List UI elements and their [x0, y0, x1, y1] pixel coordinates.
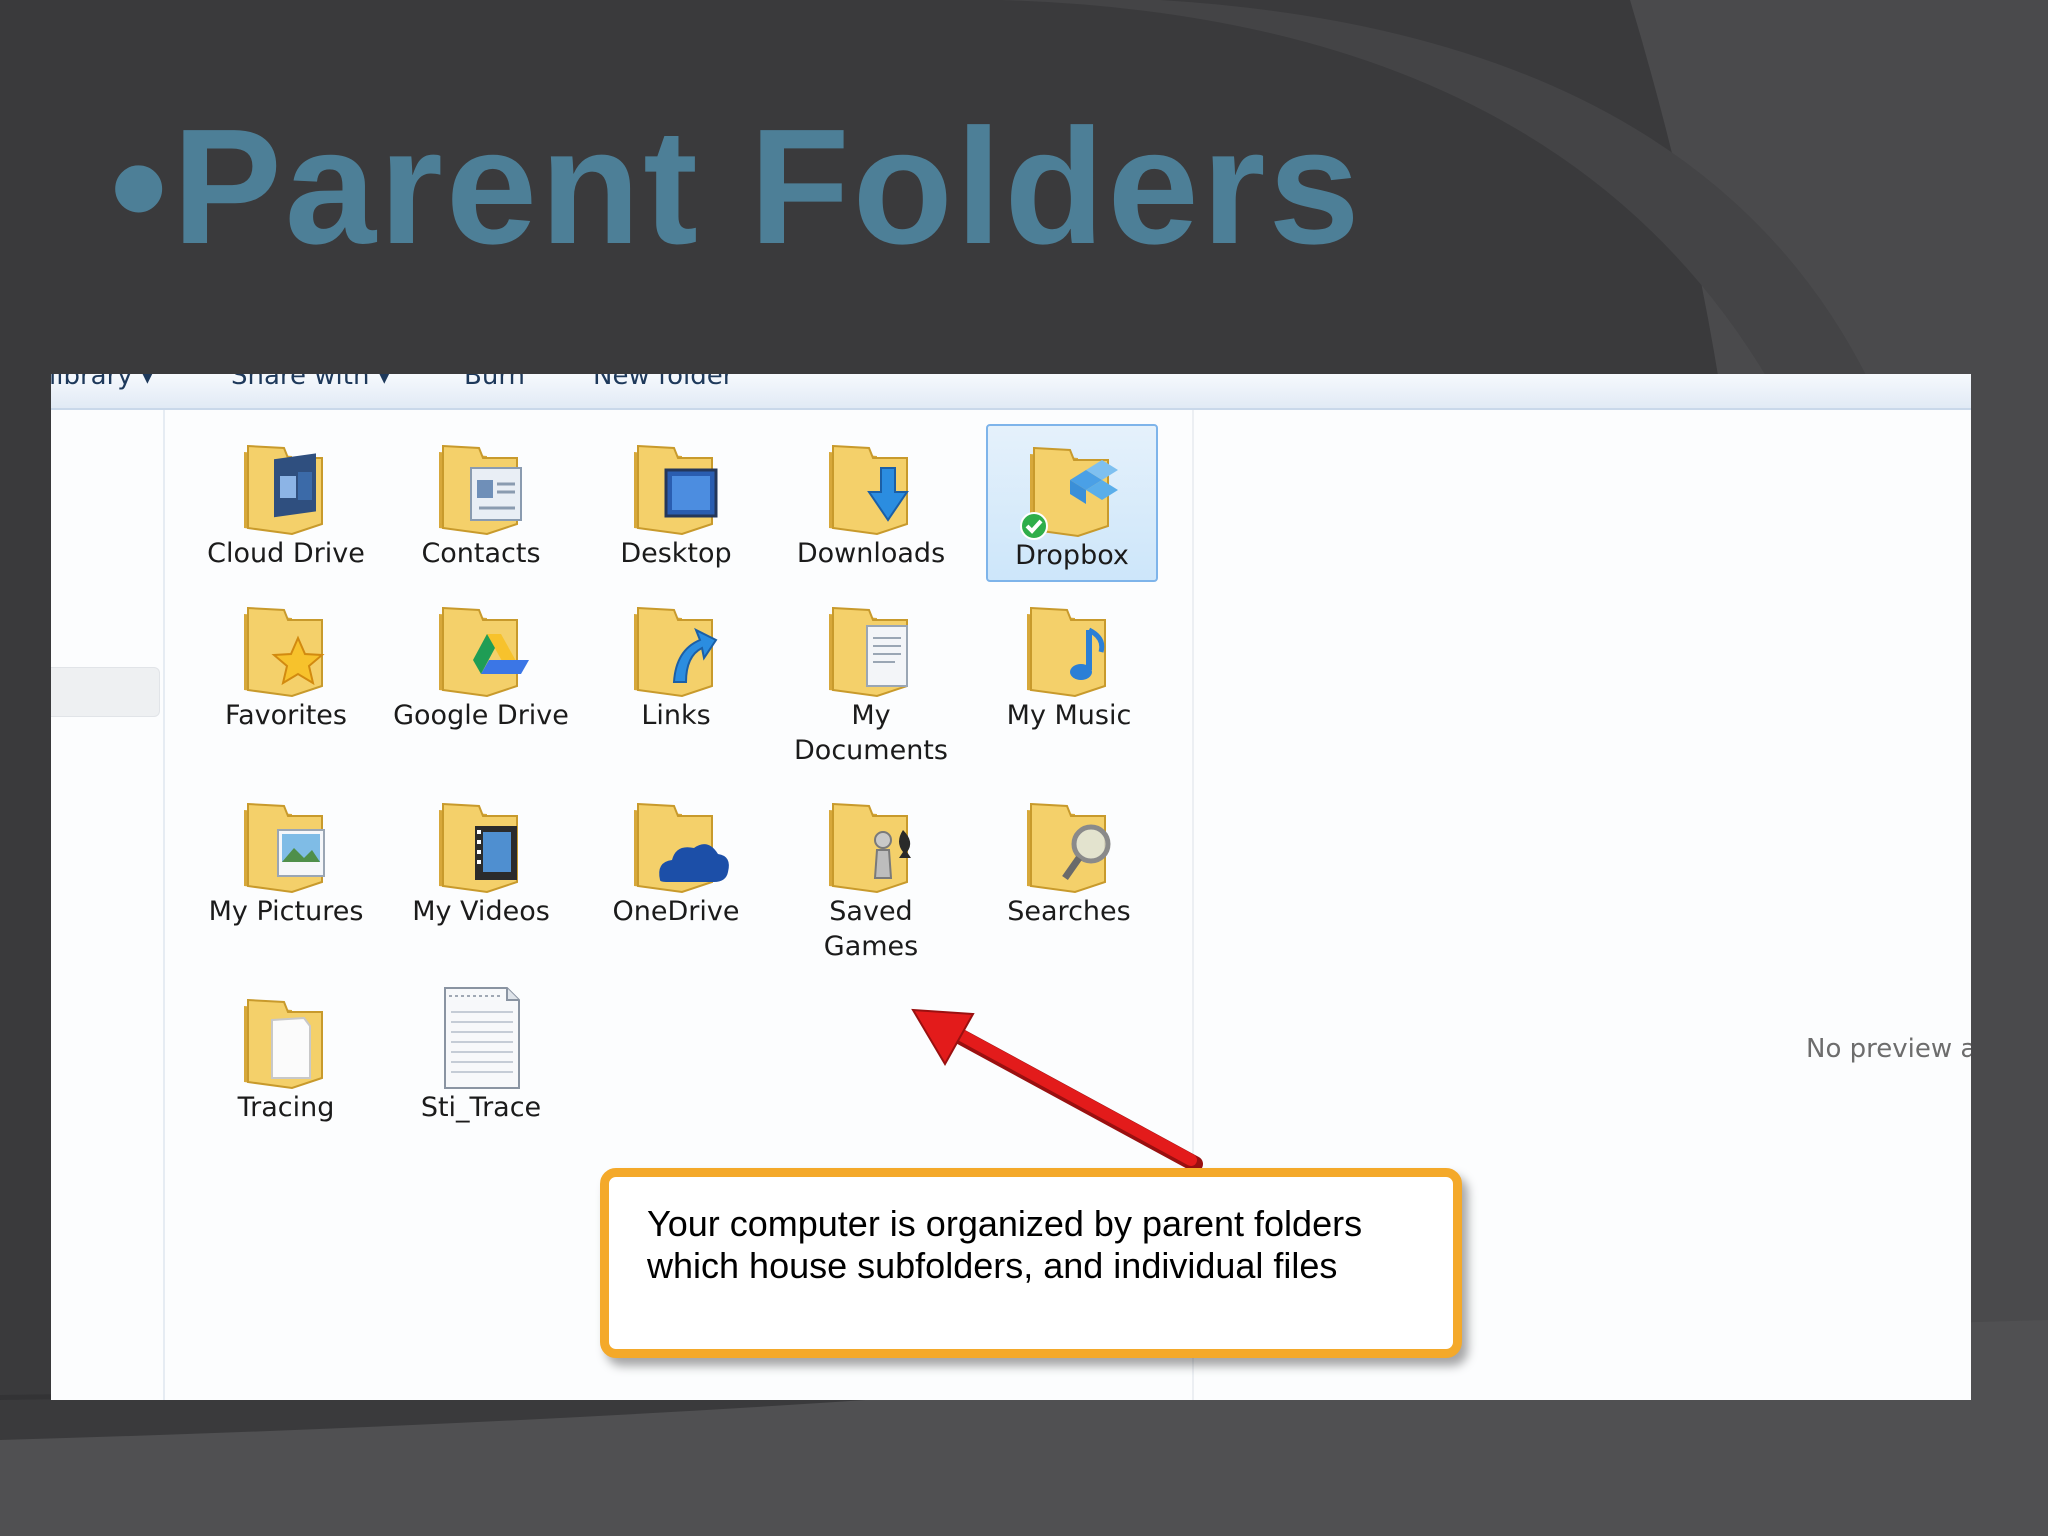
callout-box: Your computer is organized by parent fol…	[600, 1168, 1462, 1358]
title-text: Parent Folders	[172, 95, 1363, 278]
slide-title: •Parent Folders	[110, 105, 1363, 269]
callout-text: Your computer is organized by parent fol…	[647, 1203, 1363, 1286]
title-bullet: •	[110, 95, 171, 278]
